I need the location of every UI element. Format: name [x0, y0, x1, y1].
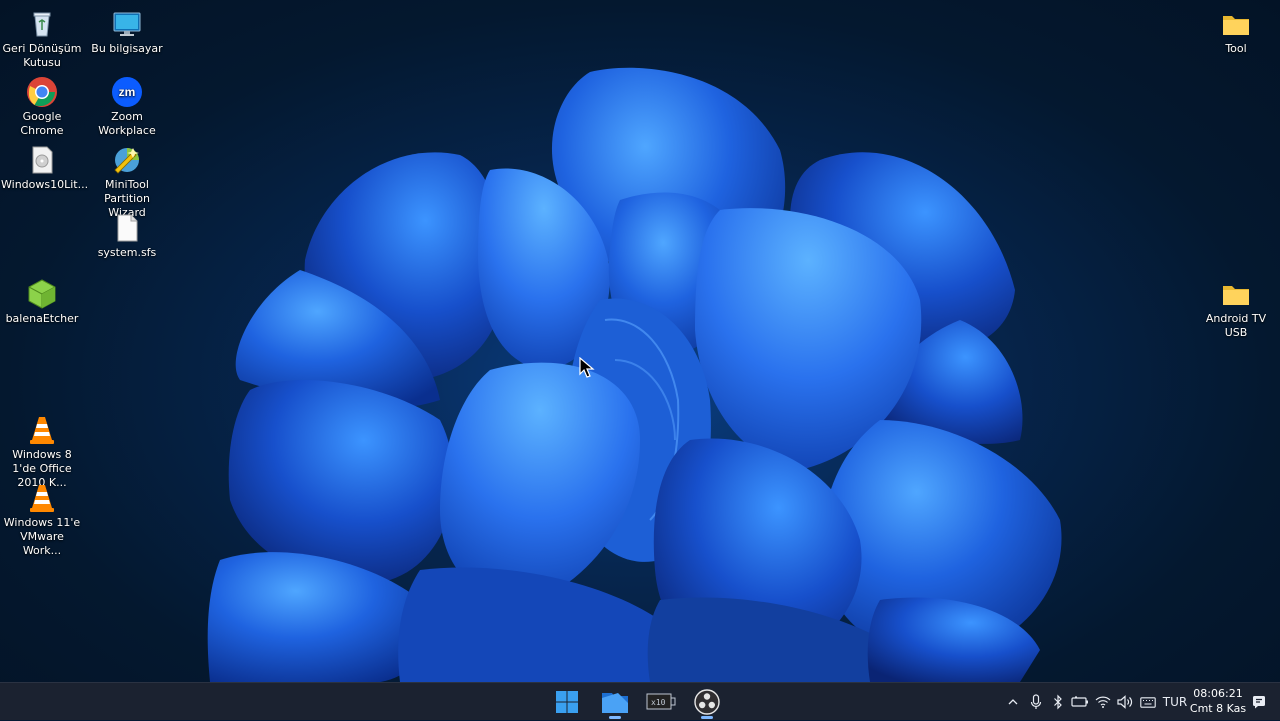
this-pc-icon: [111, 8, 143, 40]
desktop-icon-label: Geri Dönüşüm Kutusu: [2, 42, 82, 69]
desktop-icon-label: Bu bilgisayar: [91, 42, 163, 55]
desktop-icon-zoom-workplace[interactable]: zm Zoom Workplace: [85, 72, 169, 138]
desktop-icon-label: Zoom Workplace: [98, 110, 156, 137]
tray-battery-button[interactable]: [1070, 683, 1090, 721]
desktop-icon-recycle-bin[interactable]: Geri Dönüşüm Kutusu: [0, 4, 84, 70]
svg-text:zm: zm: [119, 85, 136, 99]
file-explorer-icon: [602, 693, 628, 713]
obs-studio-icon: [694, 689, 720, 715]
battery-icon: [1071, 696, 1088, 707]
desktop-icon-windows11-vmware[interactable]: Windows 11'e VMware Work...: [0, 478, 84, 558]
wifi-icon: [1095, 696, 1111, 708]
vlc-icon: [26, 414, 58, 446]
desktop-icon-system-sfs[interactable]: system.sfs: [85, 208, 169, 260]
vlc-icon: [26, 482, 58, 514]
desktop-icon-label: balenaEtcher: [5, 312, 79, 325]
wallpaper-bloom: [207, 67, 1062, 682]
tray-notifications-button[interactable]: [1250, 683, 1268, 721]
taskbar-app-file-explorer[interactable]: [595, 685, 635, 719]
balena-etcher-icon: [26, 278, 58, 310]
desktop-icon-label: Android TV USB: [1205, 312, 1267, 339]
folder-icon: [1220, 8, 1252, 40]
windows-start-icon: [556, 691, 578, 713]
desktop-icon-label: Windows 11'e VMware Work...: [3, 516, 81, 557]
taskbar-app-terminal[interactable]: x10: [641, 685, 681, 719]
desktop-icon-google-chrome[interactable]: Google Chrome: [0, 72, 84, 138]
desktop-icon-tool-folder[interactable]: Tool: [1194, 4, 1278, 56]
desktop-icon-label: Tool: [1225, 42, 1247, 55]
desktop-icon-label: Google Chrome: [20, 110, 64, 137]
tray-bluetooth-button[interactable]: [1048, 683, 1068, 721]
tray-keyboard-button[interactable]: [1138, 683, 1158, 721]
mouse-cursor-icon: [579, 357, 595, 378]
svg-text:x10: x10: [651, 698, 666, 707]
desktop-icon-this-pc[interactable]: Bu bilgisayar: [85, 4, 169, 56]
chevron-up-icon: [1008, 699, 1018, 705]
disc-image-icon: [26, 144, 58, 176]
recycle-bin-icon: [26, 8, 58, 40]
desktop-icon-label: Windows10Lit...: [1, 178, 89, 191]
tray-volume-button[interactable]: [1115, 683, 1135, 721]
microphone-icon: [1030, 694, 1042, 709]
tray-wifi-button[interactable]: [1093, 683, 1113, 721]
desktop-icon-label: system.sfs: [97, 246, 157, 259]
input-language-label: TUR: [1162, 695, 1188, 709]
notification-bell-icon: [1253, 696, 1265, 709]
clock-date: Cmt 8 Kas: [1189, 702, 1247, 715]
terminal-icon: x10: [646, 693, 676, 710]
tray-show-hidden-button[interactable]: [1004, 683, 1022, 721]
folder-icon: [1220, 278, 1252, 310]
tray-input-language-button[interactable]: TUR: [1161, 683, 1189, 721]
taskbar: x10 TUR 08:06:21 Cmt 8 Kas: [0, 682, 1280, 720]
zoom-icon: zm: [111, 76, 143, 108]
desktop[interactable]: Geri Dönüşüm Kutusu Bu bilgisayar Google…: [0, 0, 1280, 682]
desktop-icon-android-tv-usb-folder[interactable]: Android TV USB: [1194, 274, 1278, 340]
keyboard-icon: [1140, 696, 1156, 708]
file-icon: [111, 212, 143, 244]
tray-microphone-button[interactable]: [1026, 683, 1046, 721]
tray-clock-button[interactable]: 08:06:21 Cmt 8 Kas: [1188, 686, 1248, 716]
speaker-icon: [1117, 695, 1133, 709]
clock-time: 08:06:21: [1193, 687, 1243, 700]
desktop-icon-windows10lite[interactable]: Windows10Lit...: [0, 140, 89, 192]
minitool-icon: [111, 144, 143, 176]
bluetooth-icon: [1054, 694, 1062, 710]
chrome-icon: [26, 76, 58, 108]
desktop-icon-balenaetcher[interactable]: balenaEtcher: [0, 274, 84, 326]
taskbar-app-obs-studio[interactable]: [687, 685, 727, 719]
start-button[interactable]: [547, 685, 587, 719]
